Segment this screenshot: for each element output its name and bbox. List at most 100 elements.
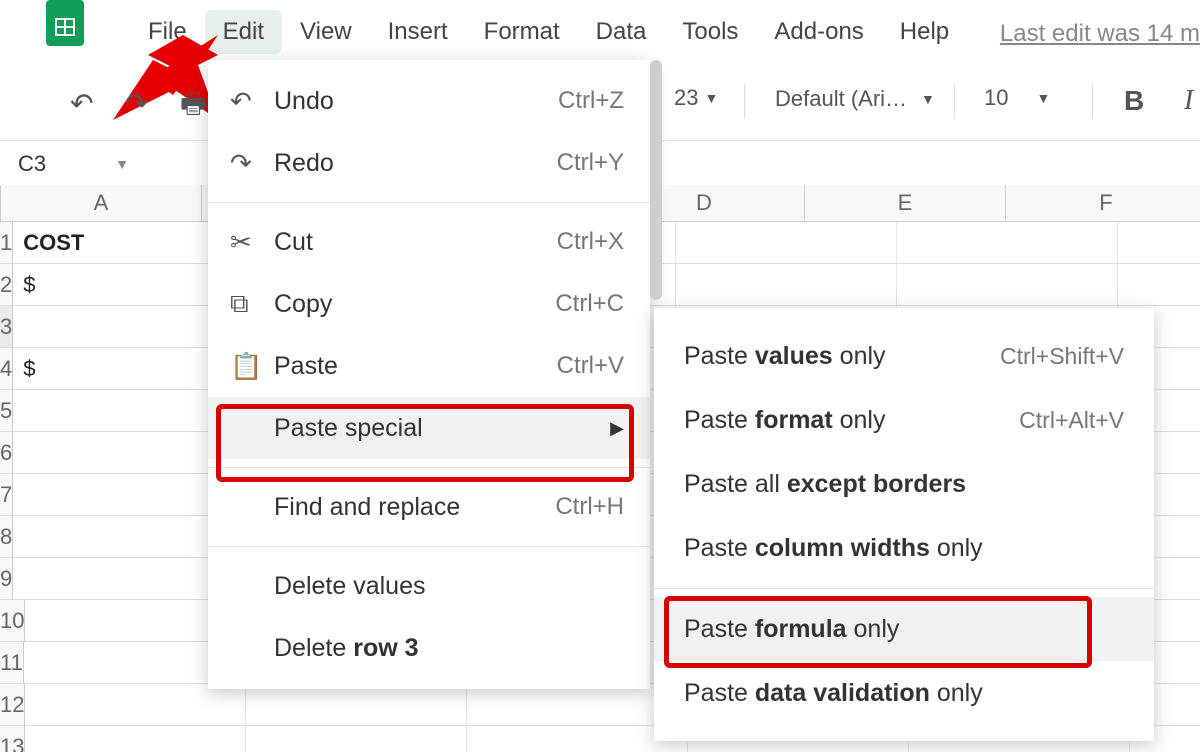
menu-item-label: Redo (274, 149, 557, 178)
menu-item[interactable]: Delete values (208, 555, 650, 617)
column-header[interactable]: F (1006, 185, 1200, 221)
cell[interactable] (13, 306, 234, 347)
menu-item[interactable]: Paste special▶ (208, 397, 650, 459)
submenu-item[interactable]: Paste column widths only (654, 516, 1154, 580)
row-header[interactable]: 10 (0, 600, 25, 641)
italic-button[interactable]: I (1170, 85, 1200, 117)
menu-format[interactable]: Format (466, 10, 578, 54)
cell[interactable] (13, 432, 234, 473)
paste-special-submenu: Paste values onlyCtrl+Shift+VPaste forma… (654, 308, 1154, 741)
row-header[interactable]: 4 (0, 348, 13, 389)
row-header[interactable]: 1 (0, 222, 13, 263)
menu-separator (208, 546, 650, 547)
cell[interactable] (676, 264, 897, 305)
submenu-item[interactable]: Paste all except borders (654, 452, 1154, 516)
sheets-logo[interactable] (46, 0, 84, 46)
cell[interactable] (25, 684, 246, 725)
cut-icon: ✂ (230, 227, 274, 258)
menubar: File Edit View Insert Format Data Tools … (130, 10, 967, 54)
menu-item-shortcut: Ctrl+C (555, 290, 624, 318)
row-header[interactable]: 5 (0, 390, 13, 431)
row-header[interactable]: 7 (0, 474, 13, 515)
submenu-item[interactable]: Paste format onlyCtrl+Alt+V (654, 388, 1154, 452)
column-header[interactable]: E (805, 185, 1006, 221)
cell[interactable] (1118, 264, 1200, 305)
menu-help[interactable]: Help (882, 10, 967, 54)
font-dropdown[interactable]: Default (Ari… ▼ (760, 85, 950, 113)
font-size-dropdown[interactable]: 10 ▼ (970, 85, 1064, 111)
cell[interactable] (1118, 222, 1200, 263)
menu-item[interactable]: Find and replaceCtrl+H (208, 476, 650, 538)
toolbar-separator (954, 84, 955, 118)
menu-item-shortcut: Ctrl+Y (557, 149, 624, 177)
row-header[interactable]: 8 (0, 516, 13, 557)
row-header[interactable]: 12 (0, 684, 25, 725)
submenu-item[interactable]: Paste formula only (654, 597, 1154, 661)
menu-item-label: Cut (274, 228, 557, 257)
cell[interactable] (13, 390, 234, 431)
zoom-dropdown[interactable]: 23 ▼ (660, 85, 732, 111)
cell[interactable] (246, 684, 467, 725)
row-header[interactable]: 9 (0, 558, 13, 599)
cell[interactable] (897, 264, 1118, 305)
toolbar-separator (744, 84, 745, 118)
submenu-item-label: Paste data validation only (684, 679, 1124, 708)
undo-icon[interactable]: ↶ (70, 90, 93, 118)
menu-item[interactable]: ↷RedoCtrl+Y (208, 132, 650, 194)
cell[interactable] (13, 474, 234, 515)
name-box[interactable]: C3 ▼ (0, 141, 143, 186)
menu-item[interactable]: ✂CutCtrl+X (208, 211, 650, 273)
cell[interactable]: $ (13, 264, 234, 305)
submenu-item-shortcut: Ctrl+Shift+V (1000, 343, 1124, 370)
cell[interactable] (897, 222, 1118, 263)
chevron-down-icon: ▼ (115, 156, 129, 172)
submenu-item-label: Paste all except borders (684, 470, 1124, 499)
menu-item[interactable]: 📋PasteCtrl+V (208, 335, 650, 397)
cell[interactable]: COST (13, 222, 234, 263)
menu-edit[interactable]: Edit (205, 10, 282, 54)
cell[interactable] (25, 726, 246, 752)
menu-data[interactable]: Data (578, 10, 665, 54)
chevron-down-icon: ▼ (1036, 90, 1050, 106)
menu-item[interactable]: ⧉CopyCtrl+C (208, 273, 650, 335)
submenu-item-shortcut: Ctrl+Alt+V (1019, 407, 1124, 434)
menu-item[interactable]: ↶UndoCtrl+Z (208, 70, 650, 132)
cell[interactable] (676, 222, 897, 263)
chevron-down-icon: ▼ (704, 90, 718, 106)
menu-item-label: Paste (274, 352, 557, 381)
submenu-item[interactable]: Paste values onlyCtrl+Shift+V (654, 324, 1154, 388)
cell[interactable]: $ (13, 348, 234, 389)
chevron-right-icon: ▶ (610, 418, 624, 439)
last-edit-link[interactable]: Last edit was 14 m (988, 12, 1200, 56)
submenu-item[interactable]: Paste data validation only (654, 661, 1154, 725)
row-header[interactable]: 13 (0, 726, 25, 752)
column-header[interactable]: A (1, 185, 202, 221)
cell[interactable] (246, 726, 467, 752)
paste-icon: 📋 (230, 351, 274, 382)
submenu-item-label: Paste values only (684, 342, 1000, 371)
menu-insert[interactable]: Insert (370, 10, 466, 54)
print-icon[interactable]: 🖶 (180, 90, 206, 118)
menu-item[interactable]: Delete row 3 (208, 617, 650, 679)
menu-separator (208, 202, 650, 203)
menu-item-label: Find and replace (274, 493, 555, 522)
row-header[interactable]: 3 (0, 306, 13, 347)
row-header[interactable]: 6 (0, 432, 13, 473)
redo-icon[interactable]: ↷ (125, 90, 148, 118)
row-header[interactable]: 2 (0, 264, 13, 305)
name-box-value: C3 (18, 151, 46, 177)
cell[interactable] (13, 558, 234, 599)
bold-button[interactable]: B (1110, 85, 1158, 117)
menu-item-shortcut: Ctrl+V (557, 352, 624, 380)
chevron-down-icon: ▼ (921, 91, 935, 107)
submenu-item-label: Paste column widths only (684, 534, 1124, 563)
menu-file[interactable]: File (130, 10, 205, 54)
row-header[interactable]: 11 (0, 642, 24, 683)
menu-addons[interactable]: Add-ons (756, 10, 881, 54)
scrollbar-thumb[interactable] (650, 60, 662, 300)
redo-icon: ↷ (230, 148, 274, 179)
menu-tools[interactable]: Tools (664, 10, 756, 54)
menu-view[interactable]: View (282, 10, 370, 54)
cell[interactable] (13, 516, 234, 557)
edit-dropdown-menu: ↶UndoCtrl+Z↷RedoCtrl+Y✂CutCtrl+X⧉CopyCtr… (208, 60, 650, 689)
